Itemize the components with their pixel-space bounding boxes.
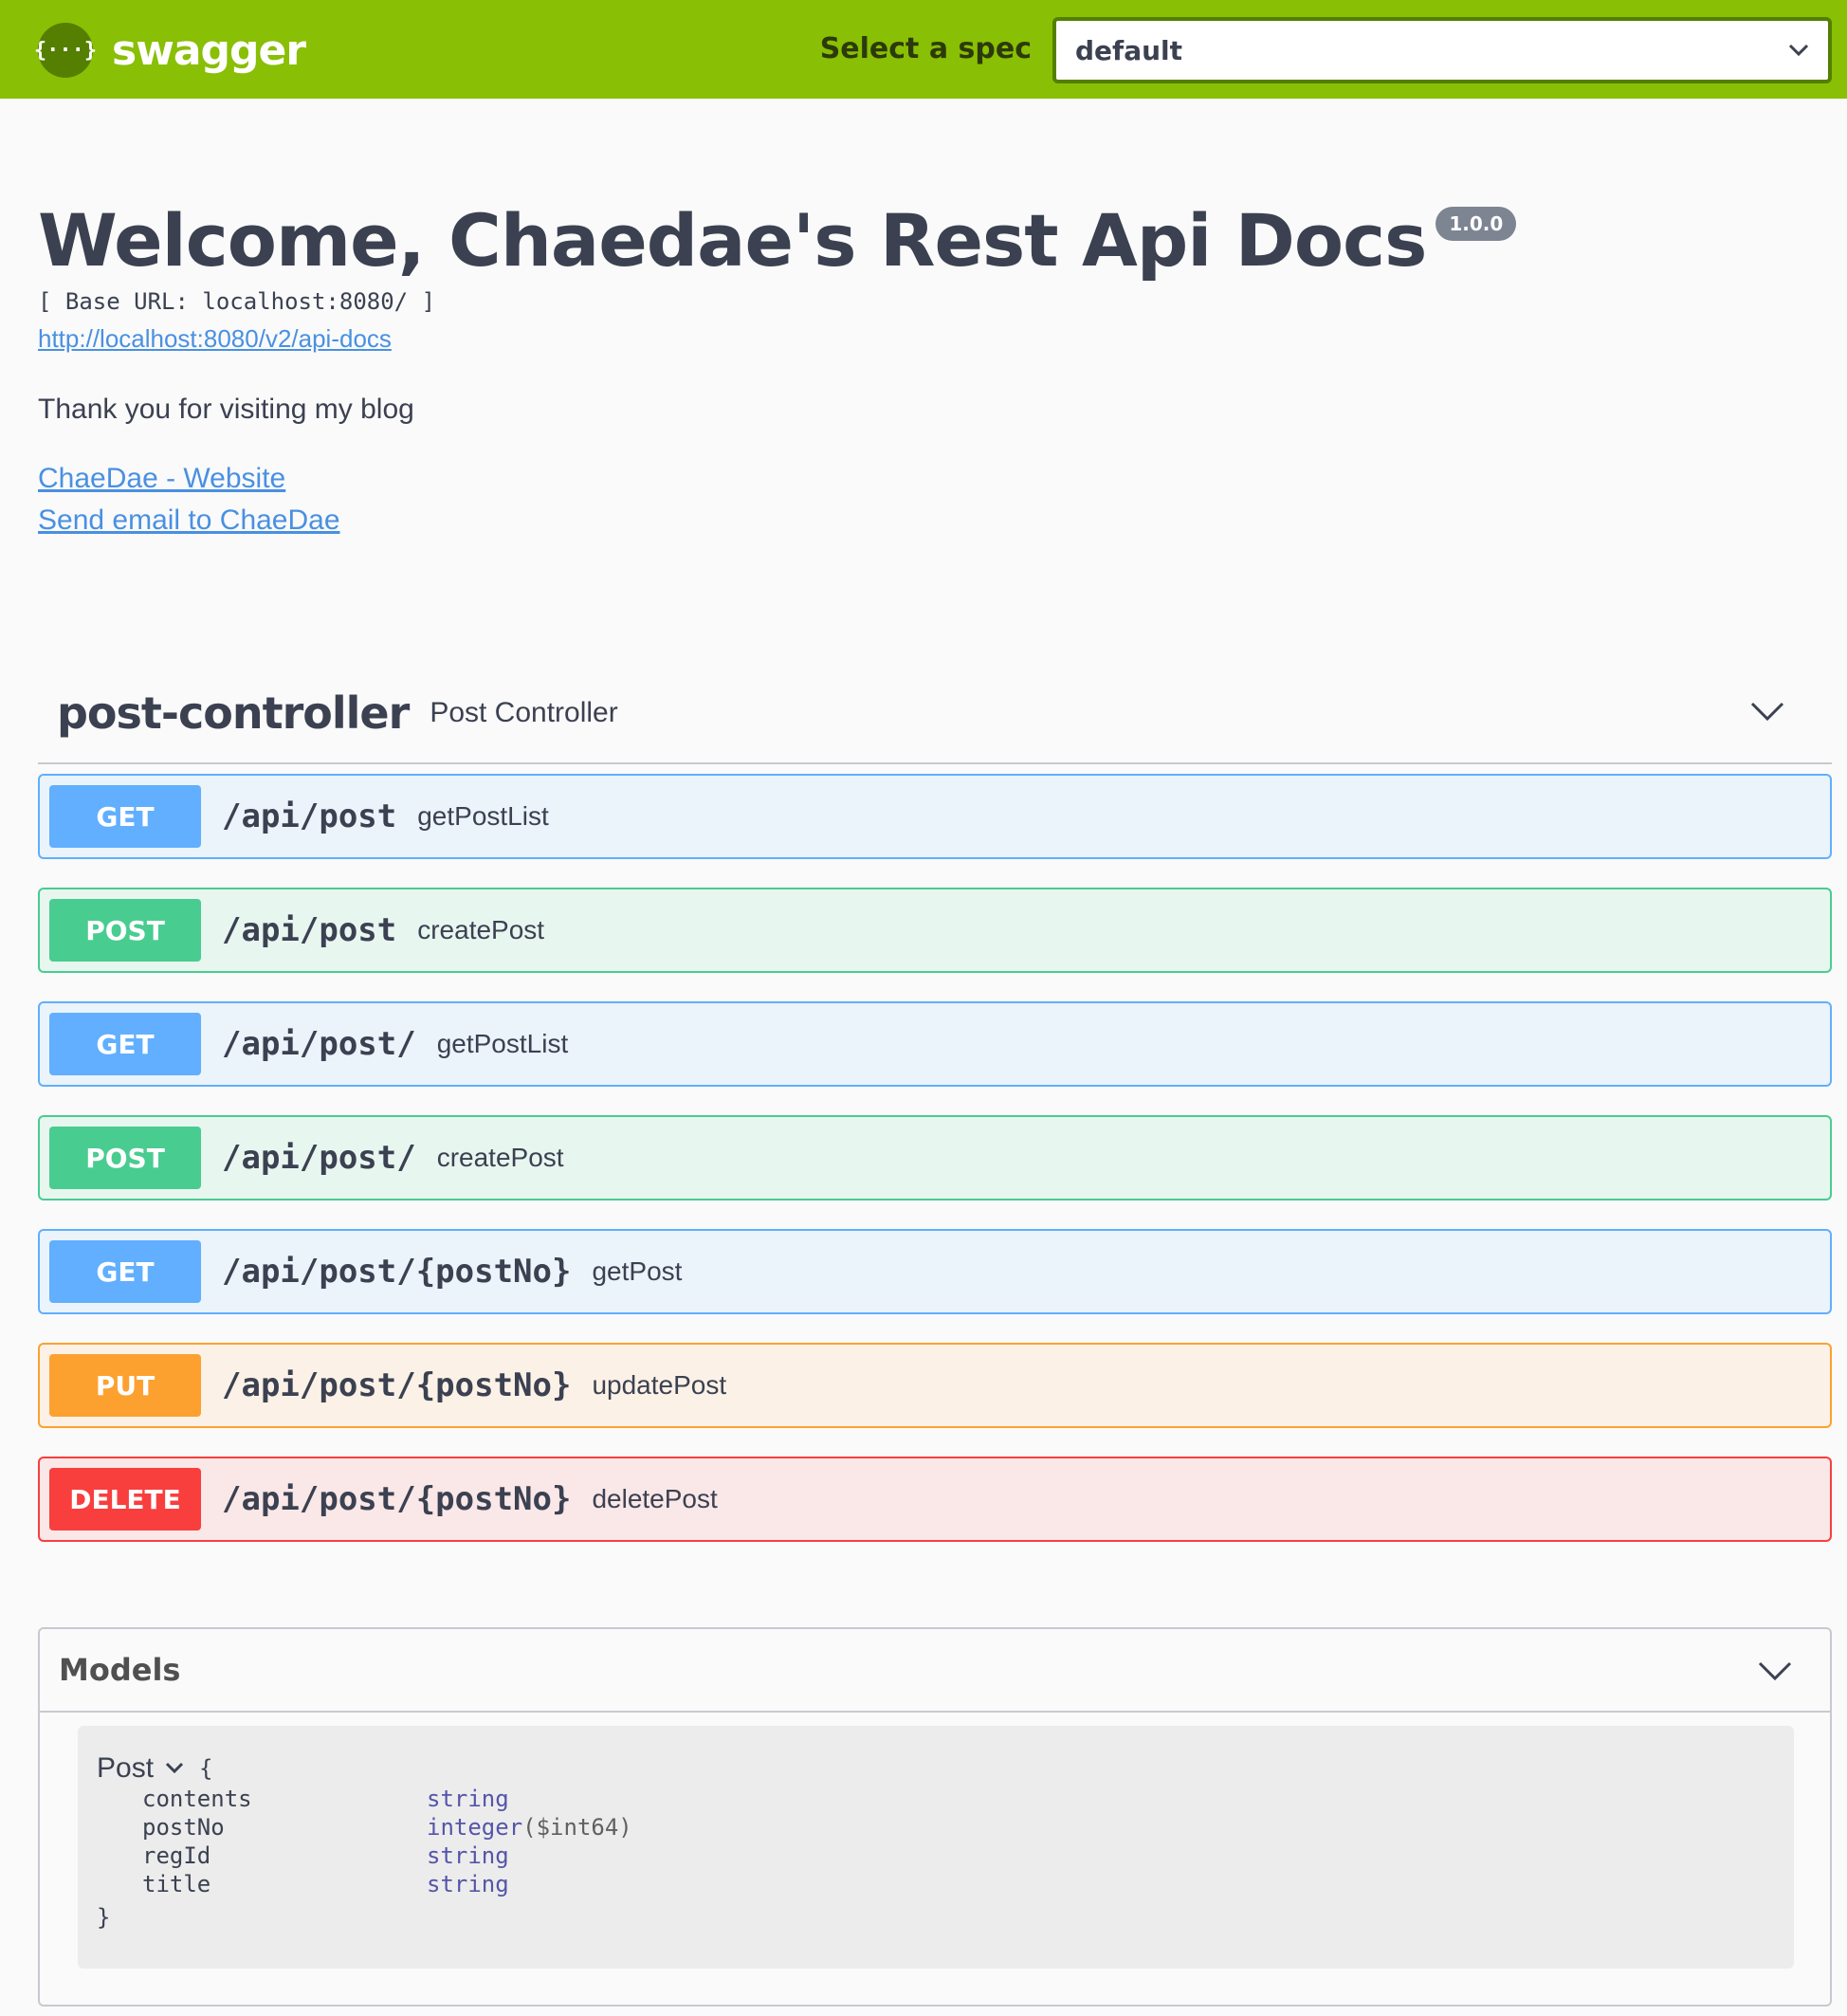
page-title: Welcome, Chaedae's Rest Api Docs (38, 198, 1427, 283)
method-badge-delete: DELETE (49, 1468, 201, 1530)
base-url: [ Base URL: localhost:8080/ ] (38, 288, 436, 315)
api-docs-link[interactable]: http://localhost:8080/v2/api-docs (38, 324, 392, 354)
operation-get-api-post-postno[interactable]: GET /api/post/{postNo} getPost (38, 1229, 1832, 1314)
models-header[interactable]: Models (40, 1629, 1830, 1713)
property-name: title (142, 1871, 211, 1897)
version-badge: 1.0.0 (1436, 207, 1517, 241)
property-format: ($int64) (522, 1814, 632, 1841)
operation-path: /api/post/{postNo} (222, 1253, 572, 1291)
property-type: string (427, 1786, 509, 1812)
swagger-logo-text: swagger (112, 26, 306, 75)
property-type: string (427, 1871, 509, 1897)
operation-path: /api/post (222, 911, 397, 949)
operation-put-api-post-postno[interactable]: PUT /api/post/{postNo} updatePost (38, 1343, 1832, 1428)
operation-summary: getPostList (436, 1029, 569, 1058)
tag-name: post-controller (57, 687, 410, 739)
method-badge-post: POST (49, 899, 201, 962)
api-info: Welcome, Chaedae's Rest Api Docs 1.0.0 [… (38, 201, 1820, 541)
method-badge-get: GET (49, 1013, 201, 1075)
topbar: {···} swagger Select a spec default (0, 0, 1847, 99)
models-section: Models Post { contents string postNo int… (38, 1627, 1832, 2007)
api-description: Thank you for visiting my blog (38, 394, 414, 425)
property-type: string (427, 1842, 509, 1869)
model-post: Post { contents string postNo integer ($… (78, 1726, 1794, 1969)
operation-get-api-post-slash[interactable]: GET /api/post/ getPostList (38, 1001, 1832, 1087)
email-link[interactable]: Send email to ChaeDae (38, 500, 1820, 541)
property-type: integer (427, 1814, 523, 1841)
chevron-down-icon (1750, 702, 1784, 722)
operation-delete-api-post-postno[interactable]: DELETE /api/post/{postNo} deletePost (38, 1457, 1832, 1542)
method-badge-put: PUT (49, 1354, 201, 1417)
operation-summary: getPostList (417, 801, 549, 831)
select-spec-label: Select a spec (819, 32, 1032, 65)
tag-header-post-controller[interactable]: post-controller Post Controller (38, 664, 1832, 764)
operation-post-api-post[interactable]: POST /api/post createPost (38, 888, 1832, 973)
models-title: Models (59, 1652, 181, 1688)
operation-summary: deletePost (592, 1484, 718, 1513)
model-close-brace: } (97, 1904, 111, 1931)
model-property-row: contents string (142, 1785, 1775, 1813)
model-open-brace: { (199, 1755, 213, 1782)
model-property-row: title string (142, 1870, 1775, 1898)
property-name: postNo (142, 1814, 225, 1841)
chevron-down-icon[interactable] (165, 1762, 184, 1775)
operation-path: /api/post/{postNo} (222, 1366, 572, 1404)
operation-summary: updatePost (592, 1370, 727, 1400)
operation-path: /api/post/ (222, 1139, 416, 1177)
operation-post-api-post-slash[interactable]: POST /api/post/ createPost (38, 1115, 1832, 1200)
model-name[interactable]: Post (97, 1752, 154, 1785)
model-property-row: regId string (142, 1842, 1775, 1870)
operation-summary: getPost (592, 1256, 683, 1286)
property-name: regId (142, 1842, 211, 1869)
operation-path: /api/post/ (222, 1025, 416, 1063)
operation-get-api-post[interactable]: GET /api/post getPostList (38, 774, 1832, 859)
operation-path: /api/post/{postNo} (222, 1480, 572, 1518)
spec-select[interactable]: default (1052, 17, 1832, 83)
model-property-row: postNo integer ($int64) (142, 1813, 1775, 1842)
operation-path: /api/post (222, 797, 397, 835)
tag-description: Post Controller (430, 697, 618, 728)
property-name: contents (142, 1786, 252, 1812)
website-link[interactable]: ChaeDae - Website (38, 458, 1820, 500)
method-badge-post: POST (49, 1127, 201, 1189)
method-badge-get: GET (49, 785, 201, 848)
operation-summary: createPost (417, 915, 545, 944)
operation-summary: createPost (436, 1143, 564, 1172)
chevron-down-icon (1788, 44, 1809, 57)
swagger-logo-icon: {···} (34, 23, 97, 78)
method-badge-get: GET (49, 1240, 201, 1303)
swagger-logo[interactable]: {···} swagger (34, 23, 306, 78)
spec-select-value: default (1075, 34, 1183, 66)
chevron-down-icon (1758, 1661, 1792, 1681)
